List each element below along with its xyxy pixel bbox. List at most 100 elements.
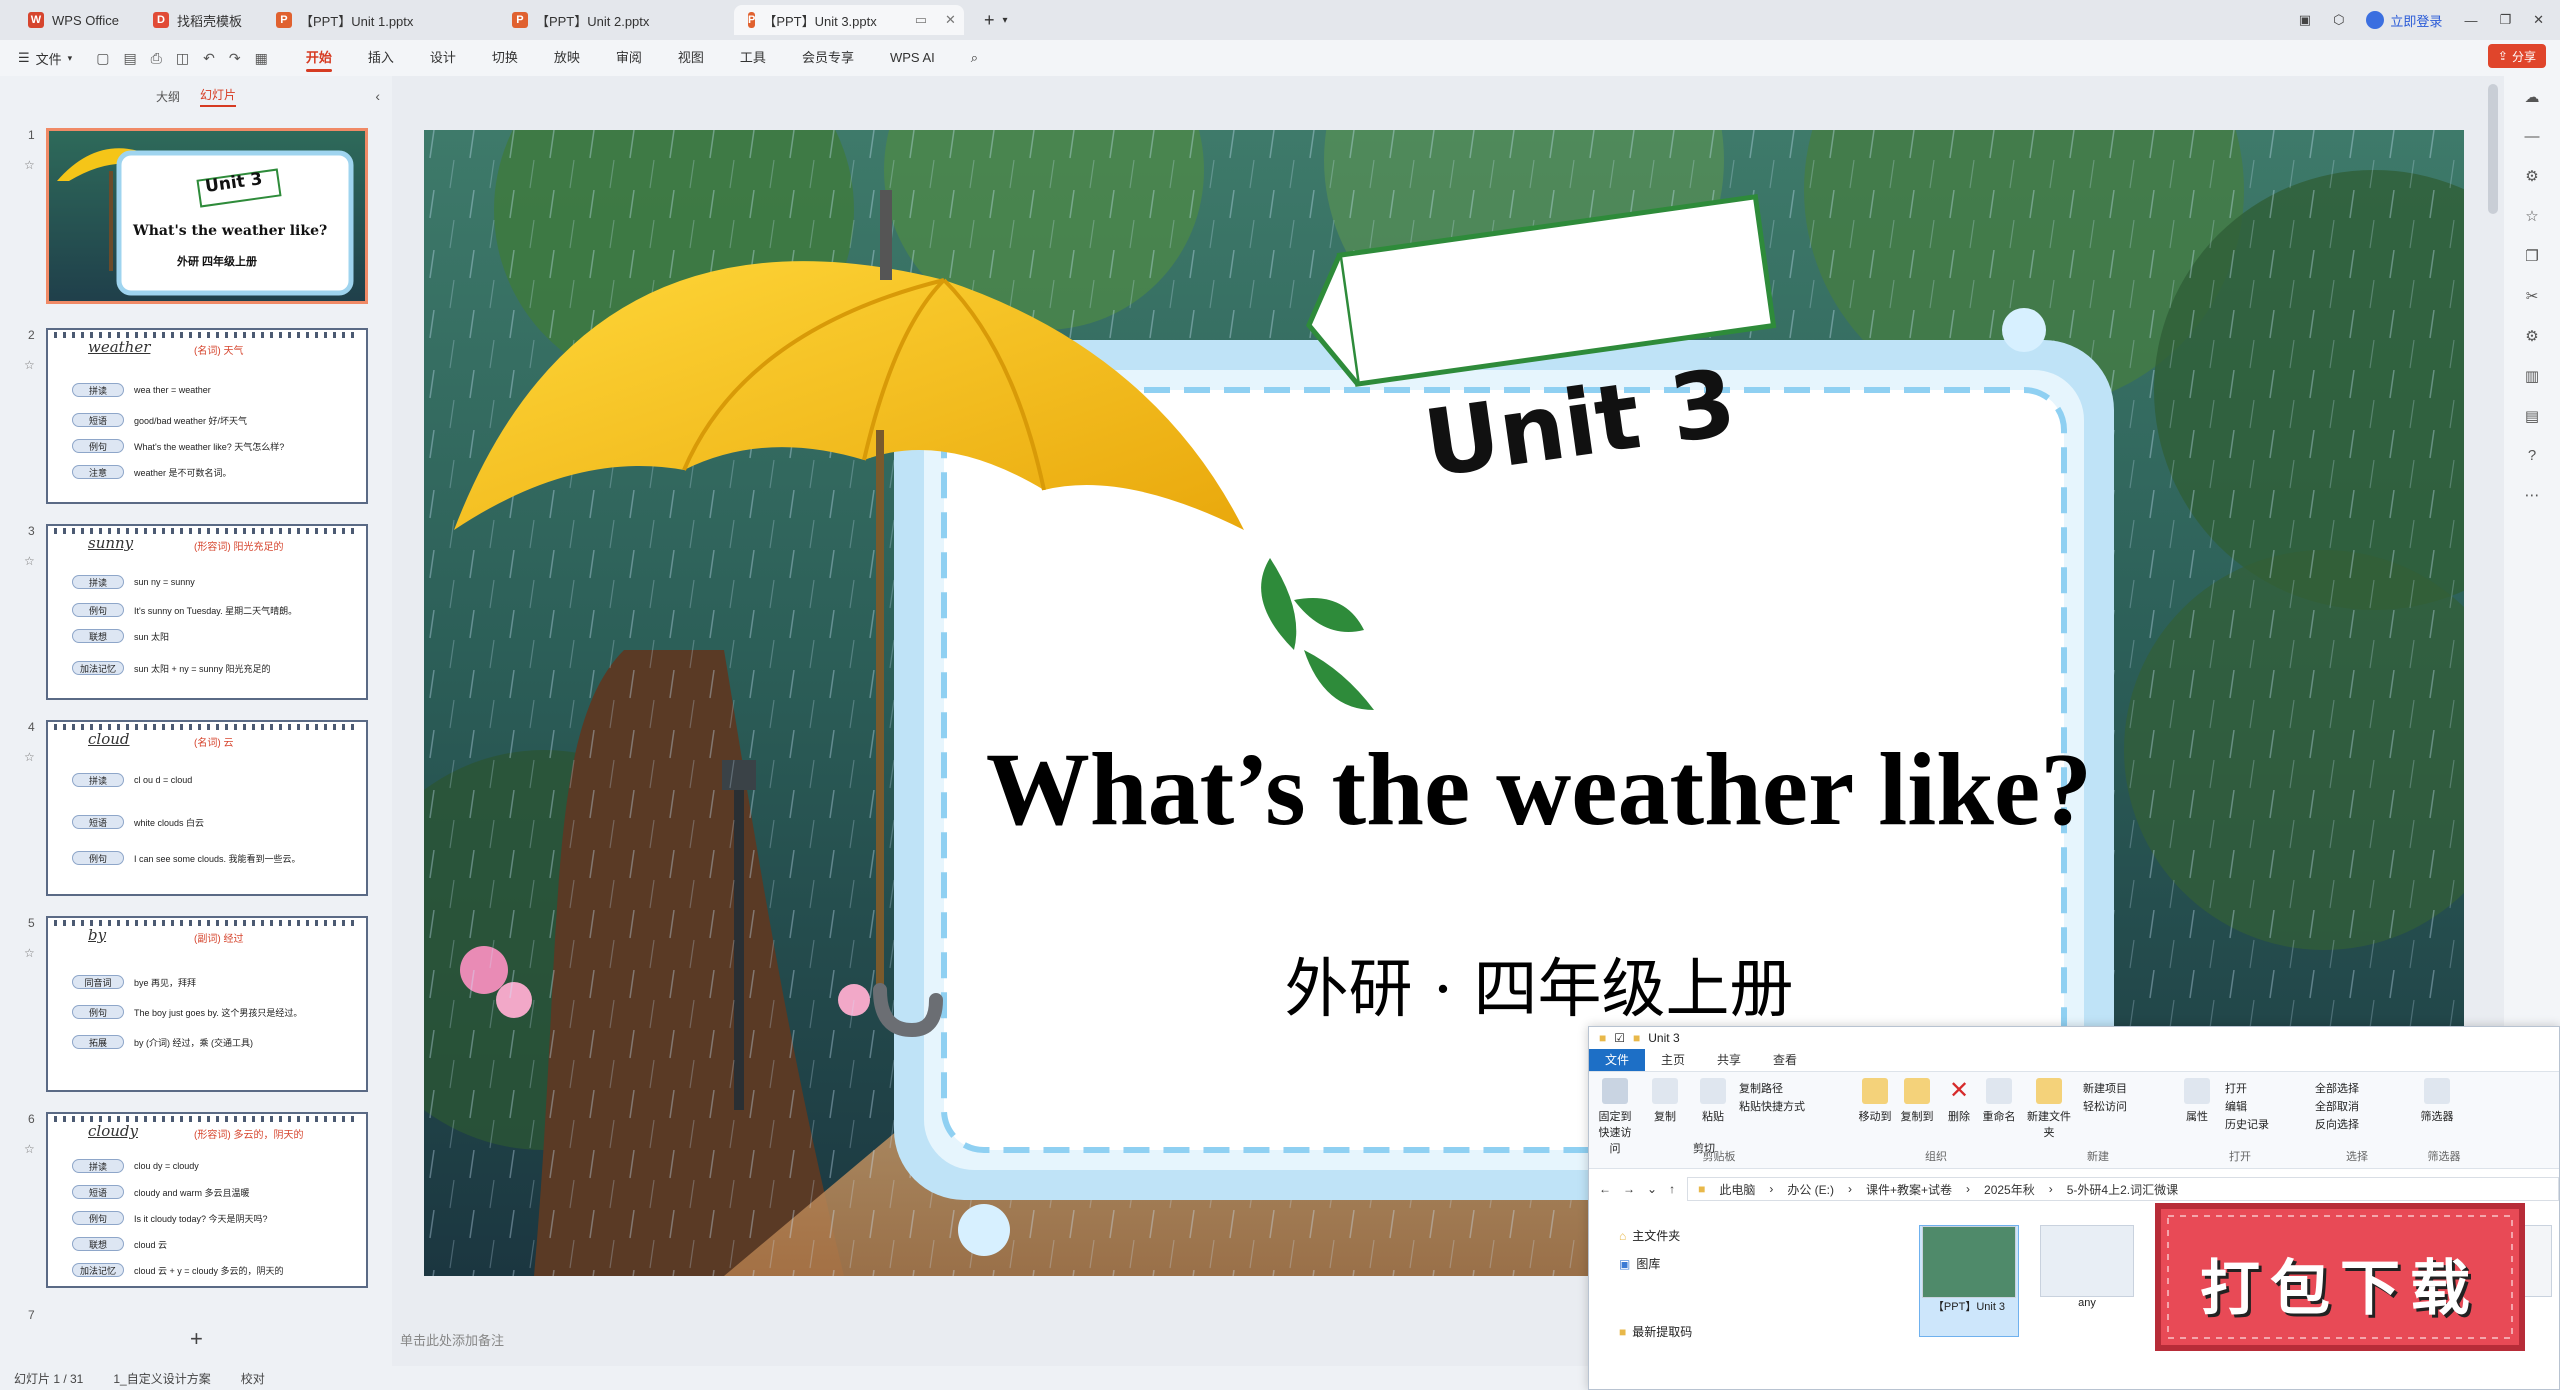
pin-quick-access-button[interactable]: 固定到快速访问	[1595, 1078, 1635, 1156]
copy-path-button[interactable]: 复制路径	[1739, 1080, 1783, 1096]
close-tab-icon[interactable]: ✕	[945, 12, 956, 28]
copy-button[interactable]: 复制	[1645, 1078, 1685, 1124]
slide-thumbnail-2[interactable]: weather (名词) 天气 拼读 wea ther = weather 短语 g…	[46, 328, 368, 504]
star-icon[interactable]: ☆	[24, 158, 35, 172]
minimize-icon[interactable]: —	[2464, 13, 2477, 28]
share-button[interactable]: ⇪ 分享	[2487, 44, 2546, 68]
move-to-button[interactable]: 移动到	[1855, 1078, 1895, 1124]
help-icon[interactable]: ?	[2528, 447, 2536, 464]
delete-button[interactable]: ✕ 删除	[1941, 1078, 1977, 1124]
theme-name[interactable]: 1_自定义设计方案	[113, 1370, 210, 1387]
file-item[interactable]: 【PPT】Unit 3	[1919, 1225, 2019, 1337]
select-none-button[interactable]: 全部取消	[2315, 1098, 2359, 1114]
redo-icon[interactable]: ↷	[229, 50, 241, 67]
menu-review[interactable]: 审阅	[598, 40, 660, 76]
more-icon[interactable]: ⋯	[2525, 486, 2540, 504]
tab-slides[interactable]: 幻灯片	[200, 86, 237, 107]
rename-button[interactable]: 重命名	[1979, 1078, 2019, 1124]
new-tab-button[interactable]: + ▾	[970, 5, 1022, 35]
undo-icon[interactable]: ↶	[203, 50, 215, 67]
restore-icon[interactable]: ❐	[2499, 12, 2511, 28]
history-button[interactable]: 历史记录	[2225, 1116, 2269, 1132]
vertical-scrollbar[interactable]	[2488, 84, 2498, 214]
tab-outline[interactable]: 大纲	[156, 88, 180, 105]
menu-design[interactable]: 设计	[412, 40, 474, 76]
breadcrumb-item[interactable]: 办公 (E:)	[1787, 1181, 1834, 1198]
menu-wps-ai[interactable]: WPS AI	[872, 40, 953, 76]
collapse-panel-icon[interactable]: ‹	[375, 88, 380, 104]
login-button[interactable]: 立即登录	[2366, 11, 2442, 30]
search-icon[interactable]: ⌕	[953, 40, 996, 76]
filter-button[interactable]: 筛选器	[2419, 1078, 2455, 1124]
star-icon[interactable]: ☆	[24, 358, 35, 372]
book-icon[interactable]: ▤	[2525, 407, 2539, 425]
menu-member[interactable]: 会员专享	[784, 40, 872, 76]
star-icon[interactable]: ☆	[24, 1142, 35, 1156]
star-icon[interactable]: ☆	[24, 946, 35, 960]
notes-placeholder[interactable]: 单击此处添加备注	[400, 1330, 504, 1349]
menu-insert[interactable]: 插入	[350, 40, 412, 76]
new-item-button[interactable]: 新建项目	[2083, 1080, 2127, 1096]
easy-access-button[interactable]: 轻松访问	[2083, 1098, 2127, 1114]
download-banner[interactable]: 打包下载	[2154, 1202, 2526, 1352]
add-slide-button[interactable]: +	[190, 1326, 203, 1352]
copy-icon[interactable]: ❐	[2525, 247, 2538, 265]
chart-icon[interactable]: ▥	[2525, 367, 2539, 385]
copy-to-button[interactable]: 复制到	[1897, 1078, 1937, 1124]
print-icon[interactable]: ⎙	[151, 50, 162, 67]
edit-button[interactable]: 编辑	[2225, 1098, 2247, 1114]
breadcrumb-item[interactable]: 此电脑	[1719, 1181, 1755, 1198]
layout-icon[interactable]: ▣	[2299, 12, 2311, 28]
invert-selection-button[interactable]: 反向选择	[2315, 1116, 2359, 1132]
monitor-icon[interactable]: ▭	[915, 12, 927, 28]
settings-icon[interactable]: ⚙	[2525, 327, 2538, 345]
slide-thumbnail-5[interactable]: by (副词) 经过 同音词 bye 再见，拜拜 例句 The boy just g…	[46, 916, 368, 1092]
open-button[interactable]: 打开	[2225, 1080, 2247, 1096]
menu-tools[interactable]: 工具	[722, 40, 784, 76]
menu-slideshow[interactable]: 放映	[536, 40, 598, 76]
file-menu[interactable]: ☰ 文件 ▾	[18, 49, 72, 68]
star-icon[interactable]: ☆	[24, 750, 35, 764]
proofreading[interactable]: 校对	[241, 1370, 265, 1387]
minus-icon[interactable]: —	[2525, 128, 2540, 145]
tab-unit3[interactable]: P 【PPT】Unit 3.pptx ▭ ✕	[733, 5, 964, 35]
chevron-down-icon[interactable]: ⌄	[1647, 1182, 1657, 1196]
checkbox-icon[interactable]: ☑	[1614, 1031, 1625, 1045]
tools-icon[interactable]: ✂	[2526, 287, 2539, 305]
star-icon[interactable]: ☆	[24, 554, 35, 568]
save-icon[interactable]: ▤	[123, 50, 136, 67]
nav-item-gallery[interactable]: ▣ 图库	[1619, 1255, 1660, 1272]
tab-wps-office[interactable]: W WPS Office	[14, 5, 133, 35]
slide-thumbnail-4[interactable]: cloud (名词) 云 拼读 cl ou d = cloud 短语 white c…	[46, 720, 368, 896]
explorer-tab-home[interactable]: 主页	[1645, 1049, 1701, 1071]
breadcrumb-item[interactable]: 课件+教案+试卷	[1866, 1181, 1952, 1198]
file-item[interactable]: any	[2037, 1225, 2137, 1337]
up-arrow-icon[interactable]: ↑	[1669, 1182, 1675, 1196]
breadcrumb-item[interactable]: 2025年秋	[1984, 1181, 2035, 1198]
cube-icon[interactable]: ⬡	[2333, 12, 2344, 28]
new-folder-button[interactable]: 新建文件夹	[2027, 1078, 2071, 1140]
slide-thumbnail-1[interactable]: Unit 3 What's the weather like? 外研 四年级上册	[46, 128, 368, 304]
menu-view[interactable]: 视图	[660, 40, 722, 76]
tab-docer-templates[interactable]: D 找稻壳模板	[139, 5, 256, 35]
forward-arrow-icon[interactable]: →	[1623, 1182, 1635, 1196]
explorer-tab-view[interactable]: 查看	[1757, 1049, 1813, 1071]
slide-thumbnail-6[interactable]: cloudy (形容词) 多云的，阴天的 拼读 clou dy = cloudy …	[46, 1112, 368, 1288]
close-window-icon[interactable]: ✕	[2533, 12, 2544, 28]
breadcrumb[interactable]: ■ 此电脑 › 办公 (E:) › 课件+教案+试卷 › 2025年秋 › 5-外研4上…	[1687, 1177, 2559, 1201]
nav-item-home[interactable]: ⌂ 主文件夹	[1619, 1227, 1680, 1244]
sliders-icon[interactable]: ⚙	[2525, 167, 2538, 185]
explorer-tab-share[interactable]: 共享	[1701, 1049, 1757, 1071]
format-painter-icon[interactable]: ▦	[255, 50, 268, 67]
tab-unit2[interactable]: P 【PPT】Unit 2.pptx	[498, 5, 728, 35]
tab-unit1[interactable]: P 【PPT】Unit 1.pptx	[262, 5, 492, 35]
nav-item-folder[interactable]: ■ 最新提取码	[1619, 1323, 1692, 1340]
back-arrow-icon[interactable]: ←	[1599, 1182, 1611, 1196]
slide-thumbnail-3[interactable]: sunny (形容词) 阳光充足的 拼读 sun ny = sunny 例句 It'…	[46, 524, 368, 700]
new-doc-icon[interactable]: ▢	[96, 50, 109, 67]
paste-button[interactable]: 粘贴	[1693, 1078, 1733, 1124]
preview-icon[interactable]: ◫	[176, 50, 189, 67]
explorer-tab-file[interactable]: 文件	[1589, 1049, 1646, 1071]
properties-button[interactable]: 属性	[2179, 1078, 2215, 1124]
star-icon[interactable]: ☆	[2525, 207, 2538, 225]
